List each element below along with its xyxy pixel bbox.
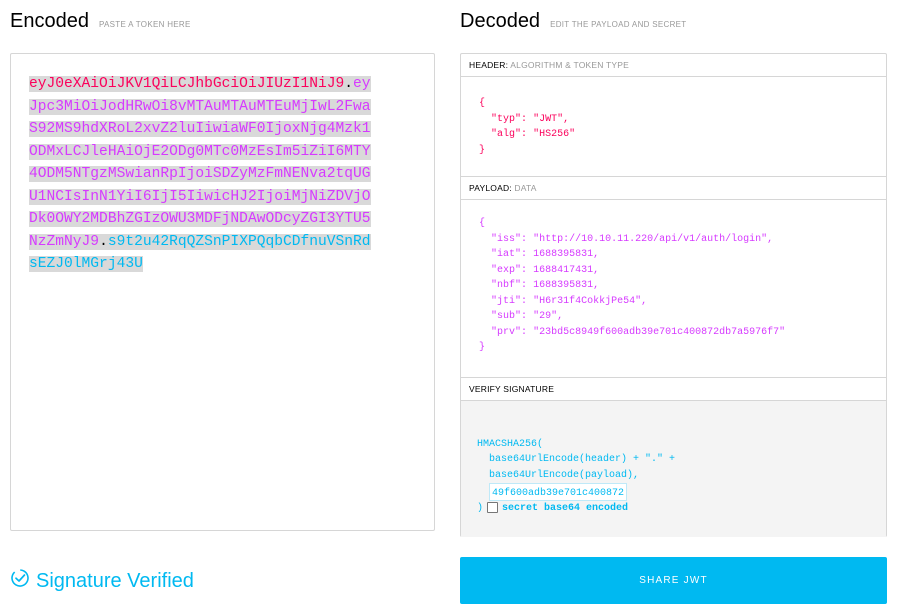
encoded-subtitle: PASTE A TOKEN HERE (98, 20, 191, 29)
header-label: HEADER: (469, 60, 509, 70)
decoded-subtitle: EDIT THE PAYLOAD AND SECRET (550, 20, 687, 29)
payload-field-key: prv (497, 326, 516, 338)
encoded-token-editor[interactable]: eyJ0eXAiOiJKV1QiLCJhbGciOiJIUzI1NiJ9.ey J… (10, 53, 435, 531)
token-line: U1NCIsInN1YiI6IjI5IiwicHJ2IjoiMjNiZDVjO (29, 186, 385, 209)
json-close-brace: } (479, 342, 486, 353)
header-json-editor[interactable]: { "typ": "JWT", "alg": "HS256" } (461, 77, 886, 177)
token-payload-segment: ODMxLCJleHAiOjE2ODg0MTc0MzEsIm5iZiI6MTY (29, 143, 371, 160)
token-line: S92MS9hdXRoL2xvZ2luIiwiaWF0IjoxNjg4Mzk1 (29, 118, 385, 141)
json-comma: , (641, 295, 648, 307)
json-comma: , (767, 233, 774, 245)
json-colon: ": (515, 264, 534, 276)
payload-field-value: 1688417431 (533, 264, 594, 276)
token-dot-segment: . (344, 76, 354, 92)
payload-field-value: 1688395831 (533, 280, 594, 291)
json-comma: , (593, 264, 600, 276)
json-colon: ": (515, 280, 534, 291)
hmac-close-paren: ) (477, 503, 484, 515)
json-comma: , (593, 280, 600, 291)
header-sublabel: ALGORITHM & TOKEN TYPE (510, 60, 629, 70)
json-comma: , (593, 249, 600, 260)
json-comma: , (563, 113, 570, 125)
signature-verified-text: Signature Verified (36, 569, 194, 592)
json-colon: ": (515, 129, 534, 140)
json-colon: ": (515, 295, 534, 307)
token-header-segment: eyJ0eXAiOiJKV1QiLCJhbGciOiJIUzI1NiJ9 (29, 76, 345, 92)
token-line: sEZJ0lMGrj43U (29, 253, 385, 276)
json-colon: ": (515, 113, 534, 125)
payload-field-key: iat (497, 249, 516, 260)
token-line: ODMxLCJleHAiOjE2ODg0MTc0MzEsIm5iZiI6MTY (29, 141, 385, 164)
payload-section-heading: PAYLOAD: DATA (461, 177, 886, 200)
token-payload-segment: S92MS9hdXRoL2xvZ2luIiwiaWF0IjoxNjg4Mzk1 (29, 121, 371, 137)
header-field-value: "HS256" (533, 129, 576, 140)
hmac-function: HMACSHA256( (477, 438, 544, 450)
json-colon: ": (515, 233, 534, 245)
token-payload-segment: U1NCIsInN1YiI6IjI5IiwicHJ2IjoiMjNiZDVjO (29, 188, 371, 205)
token-line: eyJ0eXAiOiJKV1QiLCJhbGciOiJIUzI1NiJ9.ey (29, 73, 385, 96)
payload-json-editor[interactable]: { "iss": "http://10.10.11.220/api/v1/aut… (461, 200, 886, 378)
payload-label: PAYLOAD: (469, 183, 512, 193)
encoded-token: eyJ0eXAiOiJKV1QiLCJhbGciOiJIUzI1NiJ9.ey J… (29, 73, 385, 276)
json-open-brace: { (479, 98, 486, 109)
payload-field-key: nbf (497, 280, 516, 291)
payload-field-value: 1688395831 (533, 249, 594, 260)
payload-field-value: "29" (533, 311, 558, 322)
token-payload-segment: 4ODM5NTgzMSwianRpIjoiSDZyMzFmNENva2tqUG (29, 166, 371, 182)
token-line: NzZmNyJ9.s9t2u42RqQZSnPIXPQqbCDfnuVSnRd (29, 231, 385, 254)
base64-checkbox-label[interactable]: secret base64 encoded (502, 503, 628, 514)
hmac-line-header: base64UrlEncode(header) + "." + (477, 454, 676, 465)
verify-label: VERIFY SIGNATURE (469, 384, 555, 394)
verify-section-heading: VERIFY SIGNATURE (461, 378, 886, 401)
json-close-brace: } (479, 144, 486, 156)
decoded-title: Decoded (460, 10, 541, 32)
payload-field-key: exp (497, 264, 516, 276)
verify-signature-body: HMACSHA256( base64UrlEncode(header) + ".… (461, 401, 886, 537)
token-signature-segment: sEZJ0lMGrj43U (29, 256, 143, 272)
header-field-key: typ (497, 113, 516, 125)
token-line: Dk0OWY2MDBhZGIzOWU3MDFjNDAwODcyZGI3YTU5 (29, 208, 385, 231)
header-field-value: "JWT" (533, 113, 564, 125)
payload-field-value: "23bd5c8949f600adb39e701c400872db7a5976f… (533, 326, 786, 338)
decoded-title-group: Decoded EDIT THE PAYLOAD AND SECRET (460, 10, 687, 33)
share-jwt-button[interactable]: SHARE JWT (460, 557, 887, 604)
header-field-key: alg (497, 129, 516, 140)
payload-sublabel: DATA (514, 183, 537, 193)
token-payload-segment: ey (353, 76, 371, 92)
json-colon: ": (515, 326, 534, 338)
token-payload-segment: NzZmNyJ9 (29, 233, 100, 250)
payload-field-value: "http://10.10.11.220/api/v1/auth/login" (533, 233, 768, 245)
signature-status: Signature Verified (10, 568, 194, 594)
json-colon: ": (515, 249, 534, 260)
payload-field-key: sub (497, 311, 516, 322)
json-open-brace: { (479, 218, 486, 229)
token-line: 4ODM5NTgzMSwianRpIjoiSDZyMzFmNENva2tqUG (29, 163, 385, 186)
check-circle-icon (10, 568, 30, 594)
secret-input[interactable]: 49f600adb39e701c400872 (489, 483, 628, 501)
payload-field-value: "H6r31f4CokkjPe54" (533, 295, 642, 307)
decoded-panel: HEADER: ALGORITHM & TOKEN TYPE { "typ": … (460, 53, 887, 537)
header-section-heading: HEADER: ALGORITHM & TOKEN TYPE (461, 54, 886, 77)
token-signature-segment: s9t2u42RqQZSnPIXPQqbCDfnuVSnRd (107, 233, 371, 250)
hmac-line-payload: base64UrlEncode(payload), (477, 469, 640, 481)
payload-field-key: jti (497, 295, 516, 307)
token-line: Jpc3MiOiJodHRwOi8vMTAuMTAuMTEuMjIwL2Fwa (29, 96, 385, 119)
token-dot-segment: . (99, 233, 108, 250)
token-payload-segment: Dk0OWY2MDBhZGIzOWU3MDFjNDAwODcyZGI3YTU5 (29, 211, 371, 227)
payload-field-key: iss (497, 233, 516, 245)
encoded-title: Encoded (10, 10, 89, 32)
encoded-title-group: Encoded PASTE A TOKEN HERE (10, 10, 191, 33)
base64-checkbox[interactable] (487, 502, 499, 513)
token-payload-segment: Jpc3MiOiJodHRwOi8vMTAuMTAuMTEuMjIwL2Fwa (29, 98, 371, 115)
json-colon: ": (515, 311, 534, 322)
json-comma: , (557, 311, 564, 322)
